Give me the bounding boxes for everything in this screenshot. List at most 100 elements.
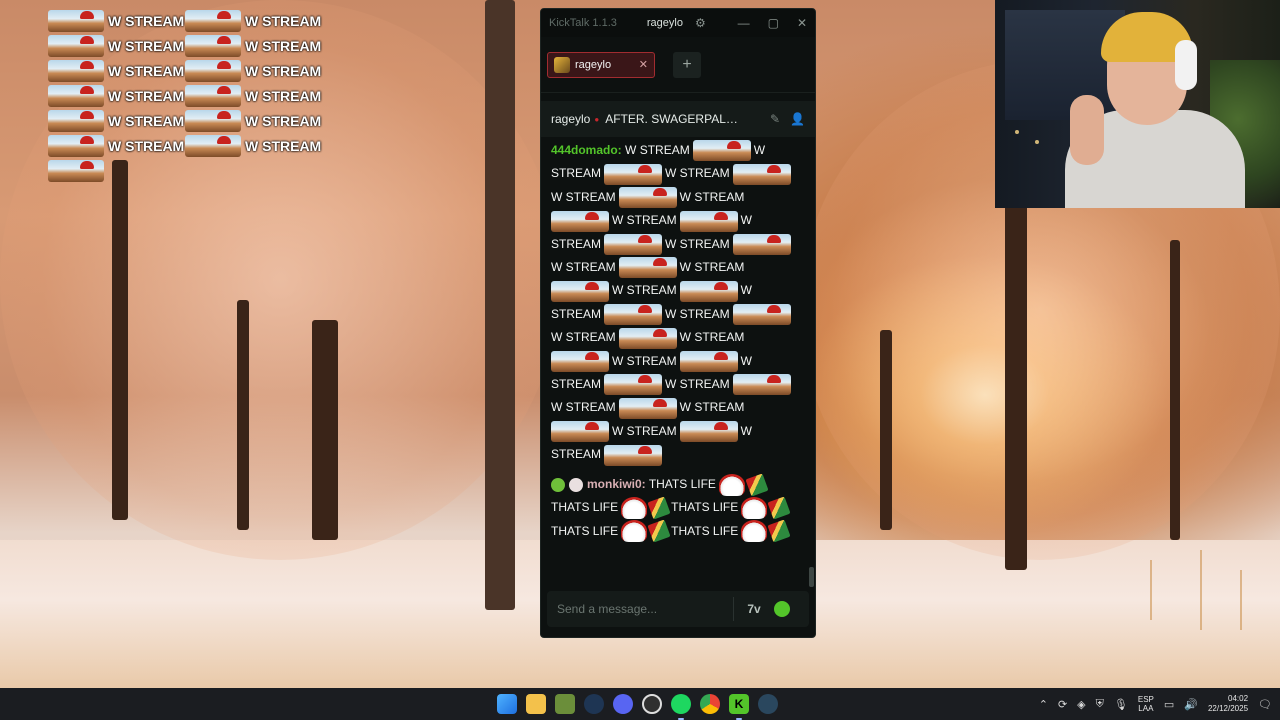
party-emote-icon[interactable] [767, 496, 791, 520]
santa-bear-emote-icon[interactable] [718, 473, 745, 496]
notification-icon[interactable]: 🗨 [1258, 698, 1272, 711]
party-emote-icon[interactable] [647, 496, 671, 520]
santa-dog-emote-icon [48, 84, 104, 107]
message-text: THATS LIFE [671, 523, 739, 538]
santa-dog-emote-icon [48, 34, 104, 57]
santa-dog-emote-icon[interactable] [679, 210, 738, 232]
santa-bear-emote-icon[interactable] [741, 496, 768, 519]
santa-bear-emote-icon[interactable] [741, 520, 768, 543]
santa-dog-emote-icon[interactable] [732, 163, 791, 185]
party-emote-icon[interactable] [767, 519, 791, 543]
language-indicator[interactable]: ESP LAA [1138, 695, 1154, 713]
shield-icon[interactable]: ⛨ [1096, 698, 1104, 711]
santa-dog-emote-icon[interactable] [618, 257, 677, 279]
message-text: W STREAM [551, 189, 616, 204]
spam-text: W STREAM [108, 37, 185, 54]
chrome-icon[interactable] [700, 694, 720, 714]
spam-text: W STREAM [108, 62, 185, 79]
santa-dog-emote-icon[interactable] [604, 304, 663, 326]
santa-dog-emote-icon[interactable] [604, 444, 663, 466]
tree-trunk [880, 330, 892, 530]
santa-dog-emote-icon[interactable] [551, 210, 609, 232]
kick-emote-icon[interactable] [774, 601, 790, 617]
santa-dog-emote-icon[interactable] [604, 163, 663, 185]
santa-dog-emote-icon[interactable] [618, 397, 677, 419]
kicktalk-icon[interactable]: K [729, 694, 749, 720]
santa-dog-emote-icon[interactable] [732, 233, 791, 255]
santa-dog-emote-icon[interactable] [604, 233, 663, 255]
chat-scrollbar[interactable] [808, 139, 814, 587]
pin-icon[interactable]: ✎ [770, 112, 780, 126]
obs-icon[interactable] [642, 694, 662, 714]
clock[interactable]: 04:02 22/12/2025 [1208, 694, 1248, 714]
santa-dog-emote-icon[interactable] [732, 304, 791, 326]
chat-message[interactable]: 444domado: W STREAM W STREAM W STREAM W STR… [551, 139, 799, 467]
dry-grass [1240, 570, 1242, 630]
party-emote-icon[interactable] [647, 519, 671, 543]
network-icon[interactable]: ▭ [1164, 698, 1174, 711]
spam-row: W STREAM W STREAM [48, 33, 328, 58]
santa-bear-emote-icon[interactable] [621, 496, 648, 519]
spam-text: W STREAM [108, 137, 185, 154]
tab-label: rageylo [575, 58, 612, 71]
santa-dog-emote-icon[interactable] [679, 350, 738, 372]
time: 04:02 [1228, 694, 1249, 703]
chat-username[interactable]: monkiwi0: [587, 477, 646, 491]
chevron-up-icon[interactable]: ⌃ [1039, 698, 1048, 711]
dry-grass [1200, 550, 1202, 630]
minimize-icon[interactable]: — [738, 16, 750, 30]
message-text: THATS LIFE [648, 476, 716, 491]
close-icon[interactable]: ✕ [797, 16, 807, 30]
santa-dog-emote-icon[interactable] [679, 421, 738, 443]
user-icon[interactable]: 👤 [790, 112, 805, 126]
maximize-icon[interactable]: ▢ [768, 16, 779, 30]
volume-icon[interactable]: 🔊 [1184, 698, 1198, 711]
spam-cell: W STREAM [185, 34, 322, 57]
santa-bear-emote-icon[interactable] [621, 520, 648, 543]
steam-icon[interactable] [758, 694, 778, 714]
live-indicator-icon: ● [594, 114, 600, 124]
santa-dog-emote-icon [185, 84, 241, 107]
chat-header: rageylo ● AFTER. SWAGERPALO... ✎ 👤 [541, 101, 815, 137]
message-text: W STREAM [612, 423, 677, 438]
channel-name[interactable]: rageylo [551, 112, 590, 126]
chat-username[interactable]: 444domado: [551, 143, 622, 157]
santa-dog-emote-icon[interactable] [679, 280, 738, 302]
sync-icon[interactable]: ⟳ [1058, 698, 1067, 711]
spam-row: W STREAM W STREAM [48, 8, 328, 33]
7tv-emote-icon[interactable]: 7v [744, 599, 764, 619]
microphone-icon[interactable]: 🎙 [1114, 698, 1128, 711]
spotify-icon[interactable] [671, 694, 691, 720]
add-tab-button[interactable]: + [673, 51, 701, 78]
santa-dog-emote-icon[interactable] [551, 421, 609, 443]
steam-icon[interactable] [584, 694, 604, 714]
santa-dog-emote-icon[interactable] [732, 374, 791, 396]
santa-dog-emote-icon[interactable] [618, 327, 677, 349]
santa-dog-emote-icon [48, 59, 104, 82]
message-input-bar: 7v [547, 591, 809, 627]
windows-start-icon[interactable] [497, 694, 517, 714]
santa-dog-emote-icon[interactable] [551, 350, 609, 372]
message-input[interactable] [557, 602, 727, 616]
santa-dog-emote-icon[interactable] [618, 187, 677, 209]
message-text: W STREAM [551, 400, 616, 415]
security-icon[interactable]: ◈ [1077, 698, 1085, 711]
tab-rageylo[interactable]: rageylo ✕ [547, 51, 655, 78]
santa-dog-emote-icon[interactable] [692, 140, 751, 162]
party-emote-icon[interactable] [745, 472, 769, 497]
gear-icon[interactable]: ⚙ [695, 17, 707, 29]
message-text: W STREAM [665, 377, 730, 392]
minecraft-icon[interactable] [555, 694, 575, 714]
santa-dog-emote-icon [48, 159, 104, 182]
close-icon[interactable]: ✕ [639, 58, 648, 71]
santa-dog-emote-icon[interactable] [604, 374, 663, 396]
scrollbar-thumb[interactable] [809, 567, 814, 587]
spam-text: W STREAM [108, 112, 185, 129]
file-explorer-icon[interactable] [526, 694, 546, 714]
discord-icon[interactable] [613, 694, 633, 714]
message-text: W STREAM [665, 306, 730, 321]
chat-messages[interactable]: 444domado: W STREAM W STREAM W STREAM W STR… [541, 139, 809, 587]
santa-dog-emote-icon[interactable] [551, 280, 609, 302]
chat-message[interactable]: monkiwi0: THATS LIFE THATS LIFE THATS LIFE… [551, 472, 799, 543]
kicktalk-window: KickTalk 1.1.3 rageylo ⚙ — ▢ ✕ rageylo ✕… [540, 8, 816, 638]
